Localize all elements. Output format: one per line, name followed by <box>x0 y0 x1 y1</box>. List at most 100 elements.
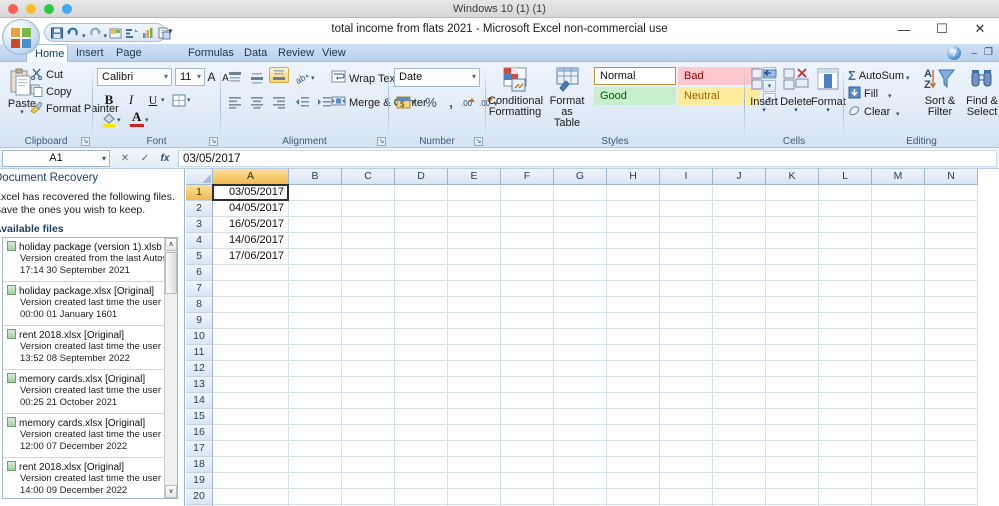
fill-color-caret-icon[interactable]: ▾ <box>117 116 121 124</box>
cell-L18[interactable] <box>819 457 872 473</box>
cell-G2[interactable] <box>554 201 607 217</box>
row-header-2[interactable]: 2 <box>186 201 213 217</box>
cell-G8[interactable] <box>554 297 607 313</box>
cell-E4[interactable] <box>448 233 501 249</box>
cell-N13[interactable] <box>925 377 978 393</box>
align-left-button[interactable] <box>225 92 245 112</box>
cell-style-good[interactable]: Good <box>594 87 676 105</box>
cell-G5[interactable] <box>554 249 607 265</box>
cell-D13[interactable] <box>395 377 448 393</box>
tab-review[interactable]: Review <box>270 44 314 62</box>
cell-K15[interactable] <box>766 409 819 425</box>
cell-N10[interactable] <box>925 329 978 345</box>
cell-D6[interactable] <box>395 265 448 281</box>
cell-F7[interactable] <box>501 281 554 297</box>
cell-D17[interactable] <box>395 441 448 457</box>
cell-K6[interactable] <box>766 265 819 281</box>
cell-C6[interactable] <box>342 265 395 281</box>
cell-D18[interactable] <box>395 457 448 473</box>
cell-F1[interactable] <box>501 185 554 201</box>
cell-C1[interactable] <box>342 185 395 201</box>
cell-A17[interactable] <box>213 441 289 457</box>
cell-F3[interactable] <box>501 217 554 233</box>
cell-K20[interactable] <box>766 489 819 505</box>
cell-F18[interactable] <box>501 457 554 473</box>
cell-J5[interactable] <box>713 249 766 265</box>
cell-K16[interactable] <box>766 425 819 441</box>
cell-B20[interactable] <box>289 489 342 505</box>
cell-I17[interactable] <box>660 441 713 457</box>
cell-L14[interactable] <box>819 393 872 409</box>
cell-A20[interactable] <box>213 489 289 505</box>
window-close-button[interactable]: ✕ <box>961 18 999 40</box>
underline-button[interactable]: U <box>143 90 163 110</box>
cell-M2[interactable] <box>872 201 925 217</box>
cell-E12[interactable] <box>448 361 501 377</box>
cell-E1[interactable] <box>448 185 501 201</box>
window-minimize-button[interactable]: — <box>885 18 923 40</box>
cell-D8[interactable] <box>395 297 448 313</box>
cell-F8[interactable] <box>501 297 554 313</box>
cell-K17[interactable] <box>766 441 819 457</box>
open-file-icon[interactable] <box>109 26 123 40</box>
accounting-caret-icon[interactable]: ▾ <box>412 98 416 106</box>
cell-H1[interactable] <box>607 185 660 201</box>
cell-G10[interactable] <box>554 329 607 345</box>
cell-C18[interactable] <box>342 457 395 473</box>
cell-B4[interactable] <box>289 233 342 249</box>
cell-L10[interactable] <box>819 329 872 345</box>
cell-J16[interactable] <box>713 425 766 441</box>
underline-caret-icon[interactable]: ▾ <box>161 96 165 104</box>
cell-G9[interactable] <box>554 313 607 329</box>
cell-B11[interactable] <box>289 345 342 361</box>
cell-D12[interactable] <box>395 361 448 377</box>
cell-G17[interactable] <box>554 441 607 457</box>
comma-style-button[interactable]: , <box>441 92 461 112</box>
cell-G14[interactable] <box>554 393 607 409</box>
cell-B19[interactable] <box>289 473 342 489</box>
cell-G18[interactable] <box>554 457 607 473</box>
increase-decimal-button[interactable]: .00 <box>459 92 479 112</box>
column-header-d[interactable]: D <box>395 169 448 185</box>
row-header-10[interactable]: 10 <box>186 329 213 345</box>
save-icon[interactable] <box>50 26 64 40</box>
cell-K1[interactable] <box>766 185 819 201</box>
recovery-scroll-up-button[interactable]: ∧ <box>165 238 177 251</box>
restore-window-icon[interactable]: ❐ <box>984 47 993 58</box>
row-header-11[interactable]: 11 <box>186 345 213 361</box>
cell-D14[interactable] <box>395 393 448 409</box>
quick-access-pill[interactable]: ▾ ▾ <box>44 23 166 42</box>
tab-formulas[interactable]: Formulas <box>180 44 236 62</box>
cell-L8[interactable] <box>819 297 872 313</box>
cell-A11[interactable] <box>213 345 289 361</box>
cell-E15[interactable] <box>448 409 501 425</box>
cell-C17[interactable] <box>342 441 395 457</box>
cell-H11[interactable] <box>607 345 660 361</box>
quick-access-dropdown-icon[interactable]: ▾ <box>168 26 173 37</box>
cell-F10[interactable] <box>501 329 554 345</box>
tab-page-layout[interactable]: Page Layout <box>108 44 180 62</box>
row-header-16[interactable]: 16 <box>186 425 213 441</box>
cell-L2[interactable] <box>819 201 872 217</box>
cell-N5[interactable] <box>925 249 978 265</box>
cell-M12[interactable] <box>872 361 925 377</box>
cell-F19[interactable] <box>501 473 554 489</box>
cell-E19[interactable] <box>448 473 501 489</box>
cell-I13[interactable] <box>660 377 713 393</box>
row-header-13[interactable]: 13 <box>186 377 213 393</box>
column-header-c[interactable]: C <box>342 169 395 185</box>
cell-E5[interactable] <box>448 249 501 265</box>
help-icon[interactable]: ? <box>947 46 961 60</box>
font-size-caret-icon[interactable]: ▾ <box>197 69 201 85</box>
cell-N1[interactable] <box>925 185 978 201</box>
cell-F11[interactable] <box>501 345 554 361</box>
cell-M18[interactable] <box>872 457 925 473</box>
recovered-file-item[interactable]: holiday package.xlsx [Original]Version c… <box>3 282 177 326</box>
fill-caret-icon[interactable]: ▾ <box>888 92 892 100</box>
quick-access-toolbar[interactable]: ▾ ▾ <box>0 22 640 44</box>
cell-N17[interactable] <box>925 441 978 457</box>
tab-data[interactable]: Data <box>236 44 270 62</box>
font-name-caret-icon[interactable]: ▾ <box>164 69 168 85</box>
cell-B3[interactable] <box>289 217 342 233</box>
row-header-20[interactable]: 20 <box>186 489 213 505</box>
